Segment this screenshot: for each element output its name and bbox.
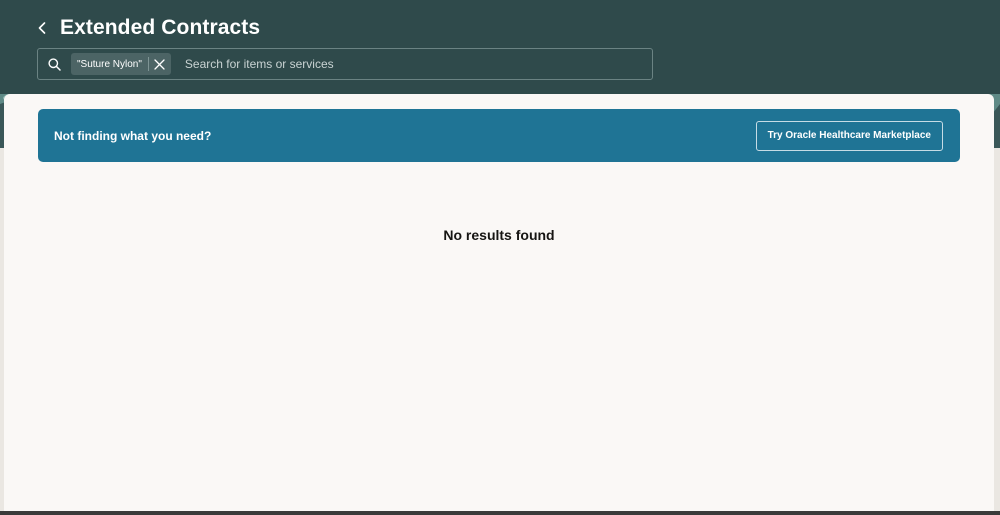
banner-text: Not finding what you need? — [54, 128, 212, 143]
title-row: Extended Contracts — [33, 14, 260, 42]
back-button[interactable] — [33, 14, 51, 42]
marketplace-banner: Not finding what you need? Try Oracle He… — [38, 109, 960, 162]
close-icon — [154, 58, 166, 70]
remove-chip-button[interactable] — [149, 53, 171, 75]
search-filter-chip-label: "Suture Nylon" — [77, 58, 142, 70]
search-icon — [38, 49, 70, 79]
main-content: Not finding what you need? Try Oracle He… — [4, 94, 994, 515]
search-input[interactable] — [184, 50, 652, 78]
app-page: Extended Contracts "Suture Nylon" Search… — [0, 0, 1000, 515]
page-title: Extended Contracts — [60, 16, 261, 39]
chevron-left-icon — [38, 22, 46, 34]
search-box[interactable]: "Suture Nylon" — [37, 48, 653, 80]
search-filter-chip: "Suture Nylon" — [71, 53, 171, 75]
no-results-message: No results found — [443, 227, 555, 243]
bottom-edge — [0, 511, 1000, 515]
oracle-marketplace-button[interactable]: Try Oracle Healthcare Marketplace — [755, 120, 943, 151]
